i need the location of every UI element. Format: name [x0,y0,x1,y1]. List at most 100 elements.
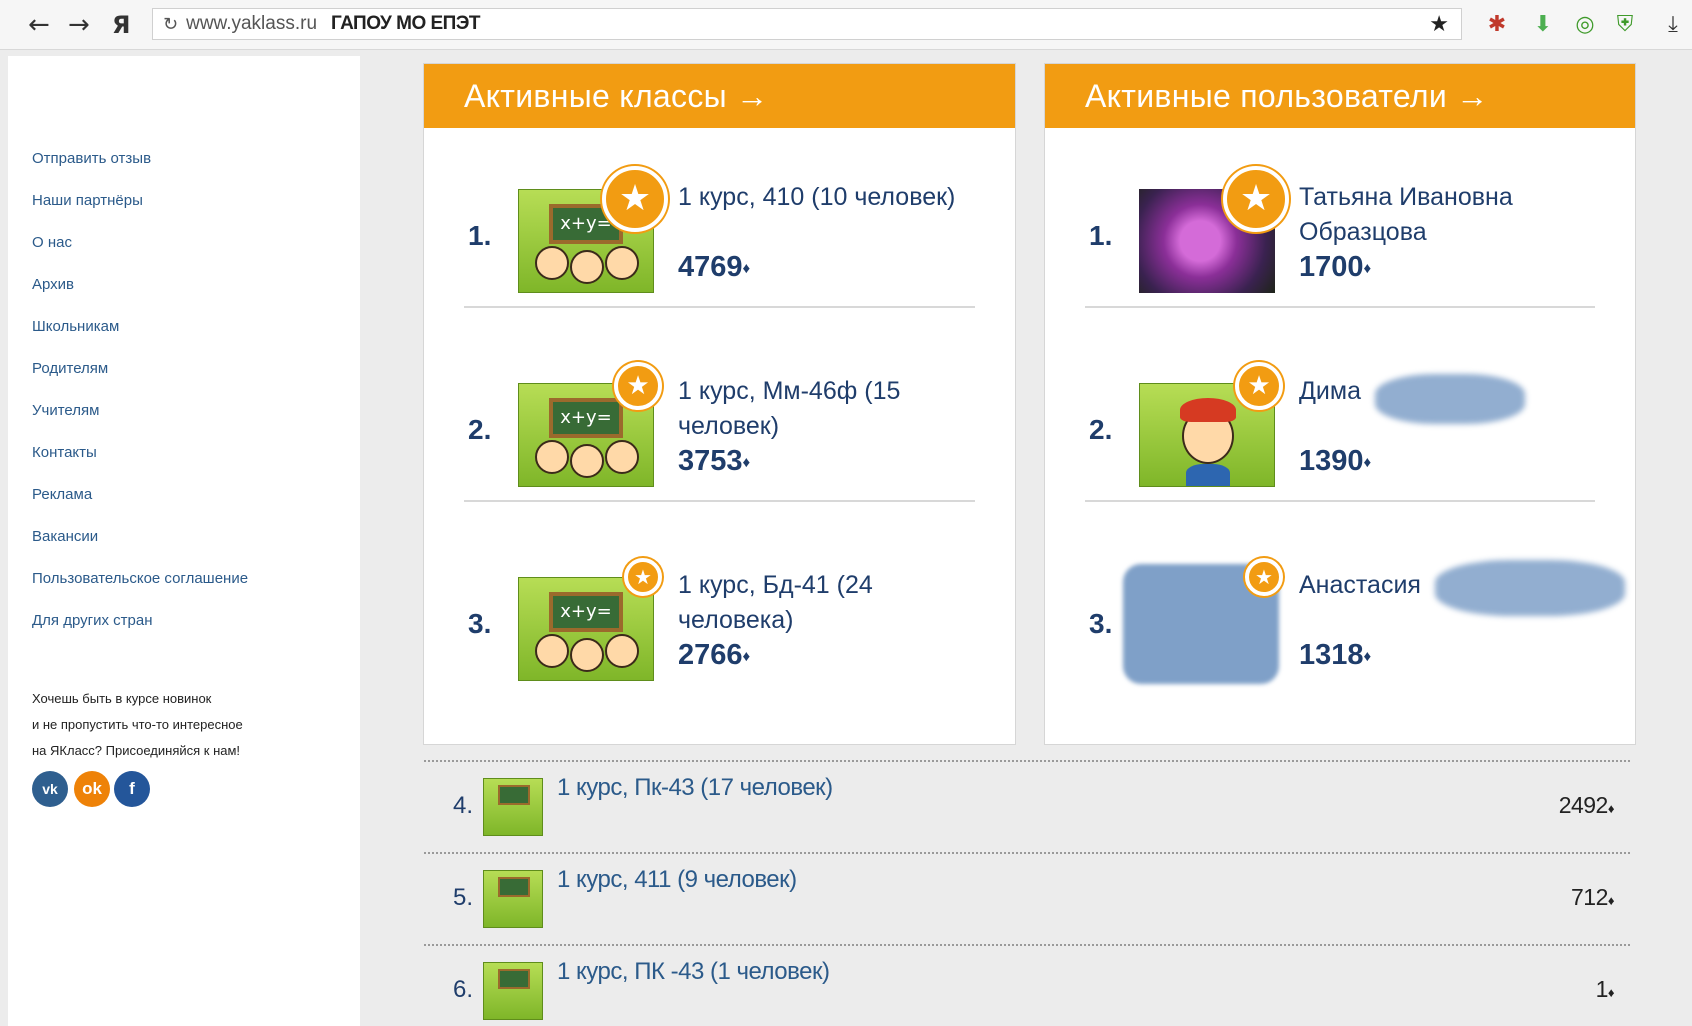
shield-icon[interactable]: ⛨ [1612,12,1638,38]
score-value: 2766 [678,639,743,671]
class-name-link[interactable]: 1 курс, Пк-43 (17 человек) [557,774,833,802]
download-arrow-icon[interactable]: ⬇ [1530,12,1556,38]
user-rank: 1. [1089,220,1113,251]
diamond-icon: ♦ [1607,985,1615,1000]
sidebar-link-feedback[interactable]: Отправить отзыв [32,150,151,167]
user-entry: 1. ★ Татьяна Ивановна Образцова 1700♦ [1045,128,1635,308]
class-entry: 2. x+y= ★ 1 курс, Мм-46ф (15 человек) 37… [424,322,1015,502]
row-rank: 4. [453,792,474,819]
star-badge-icon: ★ [1235,362,1283,410]
facebook-icon[interactable]: f [114,771,150,807]
diamond-icon: ♦ [742,647,751,665]
user-score: 1700♦ [1299,251,1371,284]
promo-line: на ЯКласс? Присоединяйся к нам! [32,743,241,758]
class-score: 4769♦ [678,251,750,284]
diamond-icon: ♦ [742,453,751,471]
chalkboard: x+y= [549,398,623,438]
diamond-icon: ♦ [742,259,751,277]
sidebar-link-students[interactable]: Школьникам [32,318,119,335]
class-rank: 1. [468,220,492,251]
chalkboard [498,969,530,989]
dotted-divider [424,760,1630,762]
reload-icon[interactable]: ↻ [163,14,178,35]
sidebar-link-user-agreement[interactable]: Пользовательское соглашение [32,570,248,587]
user-name-link[interactable]: Татьяна Ивановна Образцова [1299,180,1599,250]
class-score: 3753♦ [678,445,750,478]
address-bar[interactable]: ↻ www.yaklass.ru ГАПОУ МО ЕПЭТ ★ [152,8,1462,40]
star-badge-icon: ★ [1223,166,1289,232]
class-name-link[interactable]: 1 курс, ПК -43 (1 человек) [557,958,830,986]
user-rank: 2. [1089,414,1113,445]
score-value: 1318 [1299,639,1364,671]
score-value: 1 [1595,976,1609,1002]
sidebar: Отправить отзыв Наши партнёры О нас Архи… [8,56,360,1026]
chalkboard [498,877,530,897]
divider [464,306,975,308]
sidebar-link-teachers[interactable]: Учителям [32,402,99,419]
diamond-icon: ♦ [1607,801,1615,816]
sidebar-link-partners[interactable]: Наши партнёры [32,192,143,209]
row-score: 1♦ [1595,976,1615,1003]
promo-line: Хочешь быть в курсе новинок [32,691,212,706]
user-score: 1390♦ [1299,445,1371,478]
active-users-heading[interactable]: Активные пользователи → [1045,64,1635,128]
promo-line: и не пропустить что-то интересное [32,717,243,732]
sidebar-link-contacts[interactable]: Контакты [32,444,97,461]
divider [464,500,975,502]
redacted-surname [1375,374,1525,424]
score-value: 1700 [1299,251,1364,283]
class-thumbnail [483,962,543,1020]
diamond-icon: ♦ [1607,893,1615,908]
class-thumbnail [483,870,543,928]
user-rank: 3. [1089,608,1113,639]
sidebar-link-ads[interactable]: Реклама [32,486,92,503]
user-score: 1318♦ [1299,639,1371,672]
chalkboard: x+y= [549,592,623,632]
sidebar-link-other-countries[interactable]: Для других стран [32,612,152,629]
back-button[interactable]: ← [28,10,50,40]
forward-button[interactable]: → [68,10,90,40]
class-name-link[interactable]: 1 курс, 411 (9 человек) [557,866,797,894]
score-value: 4769 [678,251,743,283]
score-value: 2492 [1558,792,1609,818]
url-text: www.yaklass.ru [186,13,318,34]
divider [1085,306,1595,308]
star-badge-icon: ★ [1245,558,1283,596]
score-value: 3753 [678,445,743,477]
class-score: 2766♦ [678,639,750,672]
redacted-surname [1435,560,1625,616]
odnoklassniki-icon[interactable]: ok [74,771,110,807]
dotted-divider [424,852,1630,854]
dotted-divider [424,944,1630,946]
active-classes-panel: Активные классы → 1. x+y= ★ 1 курс, 410 … [423,63,1016,745]
class-name-link[interactable]: 1 курс, Мм-46ф (15 человек) [678,374,978,444]
sidebar-link-parents[interactable]: Родителям [32,360,108,377]
vk-icon[interactable]: vk [32,771,68,807]
row-score: 2492♦ [1558,792,1615,819]
downloads-icon[interactable]: ⤓ [1660,12,1686,38]
class-entry: 1. x+y= ★ 1 курс, 410 (10 человек) 4769♦ [424,128,1015,308]
social-promo-text: Хочешь быть в курсе новинок и не пропуст… [32,686,332,764]
class-thumbnail [483,778,543,836]
sidebar-link-about[interactable]: О нас [32,234,72,251]
star-badge-icon: ★ [602,166,668,232]
sidebar-link-vacancies[interactable]: Вакансии [32,528,98,545]
extension-bug-icon[interactable]: ✱ [1484,12,1510,38]
divider [1085,500,1595,502]
class-entry: 3. x+y= ★ 1 курс, Бд-41 (24 человека) 27… [424,516,1015,696]
browser-toolbar: ← → Я ↻ www.yaklass.ru ГАПОУ МО ЕПЭТ ★ ✱… [0,0,1692,50]
class-name-link[interactable]: 1 курс, Бд-41 (24 человека) [678,568,978,638]
yandex-home-button[interactable]: Я [112,11,130,39]
active-users-panel: Активные пользователи → 1. ★ Татьяна Ива… [1044,63,1636,745]
bookmark-star-icon[interactable]: ★ [1429,12,1449,37]
class-name-link[interactable]: 1 курс, 410 (10 человек) [678,180,978,215]
extension-search-icon[interactable]: ◎ [1572,12,1598,38]
diamond-icon: ♦ [1363,453,1372,471]
row-rank: 6. [453,976,474,1003]
row-score: 712♦ [1571,884,1615,911]
sidebar-link-archive[interactable]: Архив [32,276,74,293]
active-classes-heading[interactable]: Активные классы → [424,64,1015,128]
star-badge-icon: ★ [614,362,662,410]
diamond-icon: ♦ [1363,647,1372,665]
user-entry: 3. ★ Анастасия 1318♦ [1045,516,1635,696]
